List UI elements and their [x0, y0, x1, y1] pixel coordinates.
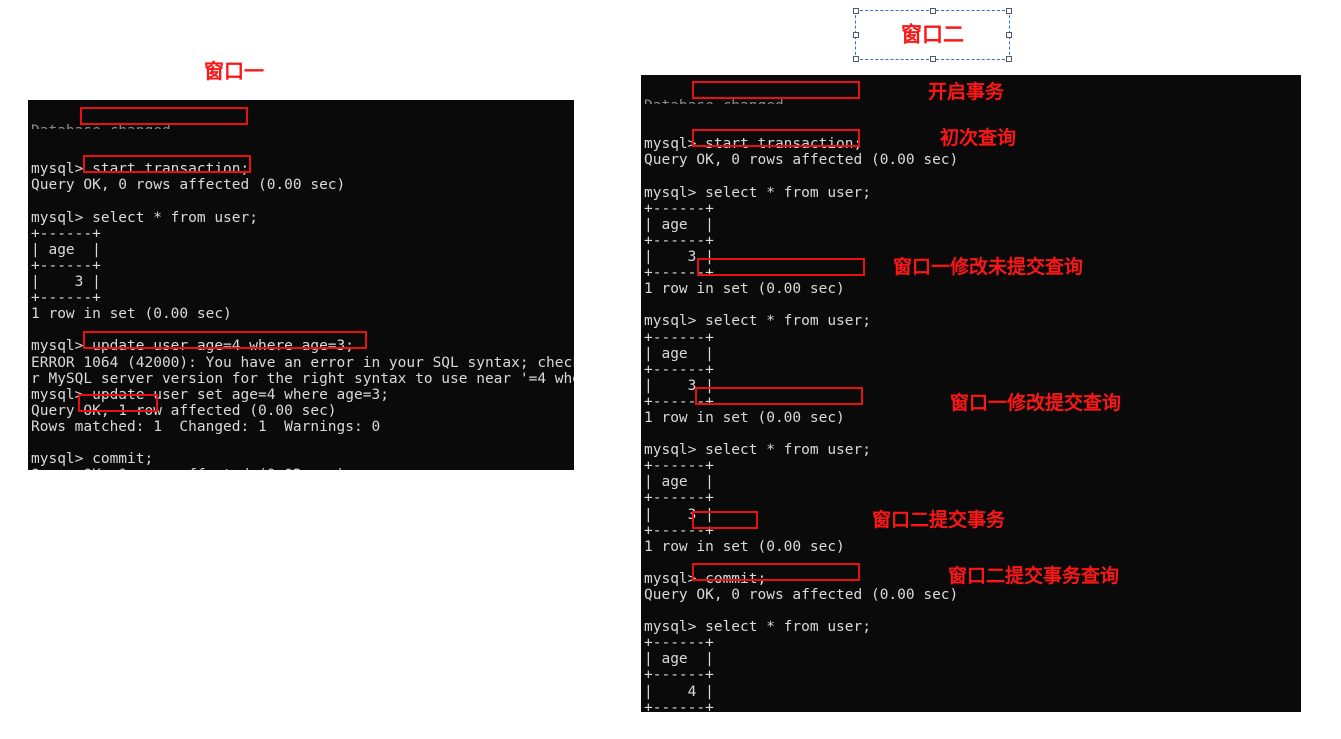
terminal-line: Query OK, 0 rows affected (0.02 sec): [31, 467, 574, 470]
terminal-line: +------+: [31, 257, 101, 274]
annotation-commit-transaction-note: 窗口二提交事务: [872, 509, 1006, 531]
terminal-line: mysql> select * from user;: [644, 184, 871, 201]
annotation-after-commit-query-note: 窗口二提交事务查询: [948, 565, 1120, 587]
annotation-first-query-note: 初次查询: [940, 127, 1017, 149]
terminal-line: +------+: [644, 635, 714, 652]
terminal-line: | age |: [644, 474, 714, 491]
terminal-line: | 4 |: [644, 683, 714, 700]
terminal-line: +------+: [644, 232, 714, 249]
terminal-line: +------+: [644, 329, 714, 346]
annotation-committed-read-note: 窗口一修改提交查询: [950, 392, 1122, 414]
terminal-line: | age |: [644, 216, 714, 233]
resize-handle-bottom-middle[interactable]: [929, 56, 936, 62]
terminal-line: 1 row in set (0.00 sec): [644, 538, 845, 555]
terminal-line: mysql> update user age=4 where age=3;: [31, 338, 355, 355]
terminal-line: mysql> commit;: [31, 451, 154, 468]
terminal-line: mysql> update user set age=4 where age=3…: [31, 386, 389, 403]
window-two-title-selection-box[interactable]: 窗口二: [853, 8, 1012, 62]
resize-handle-middle-left[interactable]: [853, 32, 859, 38]
terminal-line: | age |: [644, 345, 714, 362]
annotation-uncommitted-read-note: 窗口一修改未提交查询: [893, 256, 1084, 278]
terminal-line: mysql> select * from user;: [644, 619, 871, 636]
terminal-line: | 3 |: [31, 274, 101, 291]
resize-handle-top-left[interactable]: [853, 8, 859, 14]
terminal-line: Query OK, 0 rows affected (0.00 sec): [644, 587, 959, 603]
terminal-line: | age |: [644, 651, 714, 668]
window-two-title: 窗口二: [901, 22, 964, 47]
terminal-line: mysql> select * from user;: [644, 442, 871, 459]
terminal-line: Query OK, 0 rows affected (0.00 sec): [644, 152, 959, 169]
resize-handle-bottom-left[interactable]: [853, 56, 859, 62]
terminal-line: Query OK, 0 rows affected (0.00 sec): [31, 177, 346, 194]
annotation-start-transaction-note: 开启事务: [928, 81, 1005, 103]
terminal-line: +------+: [644, 458, 714, 475]
terminal-line: 1 row in set (0.00 sec): [644, 281, 845, 298]
terminal-line: Rows matched: 1 Changed: 1 Warnings: 0: [31, 418, 381, 435]
terminal-line: mysql> select * from user;: [31, 209, 258, 226]
terminal-line: r MySQL server version for the right syn…: [31, 370, 574, 387]
terminal-two-output: mysql> start transaction; Query OK, 0 row…: [644, 136, 1301, 712]
terminal-line: +------+: [31, 290, 101, 307]
terminal-line: +------+: [644, 667, 714, 684]
terminal-line: mysql> select * from user;: [644, 313, 871, 330]
resize-handle-top-middle[interactable]: [929, 8, 936, 14]
terminal-one-output: mysql> start transaction; Query OK, 0 row…: [31, 161, 574, 470]
terminal-line: mysql> start transaction;: [31, 161, 250, 178]
terminal-line: +------+: [644, 361, 714, 378]
terminal-line: +------+: [644, 200, 714, 217]
resize-handle-top-right[interactable]: [1006, 8, 1012, 14]
resize-handle-bottom-right[interactable]: [1006, 56, 1012, 62]
terminal-line: +------+: [31, 225, 101, 242]
terminal-window-one[interactable]: Database changed mysql> start transactio…: [28, 100, 574, 470]
terminal-line: ERROR 1064 (42000): You have an error in…: [31, 354, 574, 371]
terminal-line: | age |: [31, 241, 101, 258]
terminal-line: Query OK, 1 row affected (0.00 sec): [31, 402, 337, 419]
window-one-title: 窗口一: [204, 59, 264, 83]
terminal-line: 1 row in set (0.00 sec): [31, 306, 232, 323]
terminal-line: +------+: [644, 699, 714, 712]
terminal-one-clipped-line: Database changed: [31, 123, 574, 129]
resize-handle-middle-right[interactable]: [1006, 32, 1012, 38]
terminal-line: +------+: [644, 490, 714, 507]
